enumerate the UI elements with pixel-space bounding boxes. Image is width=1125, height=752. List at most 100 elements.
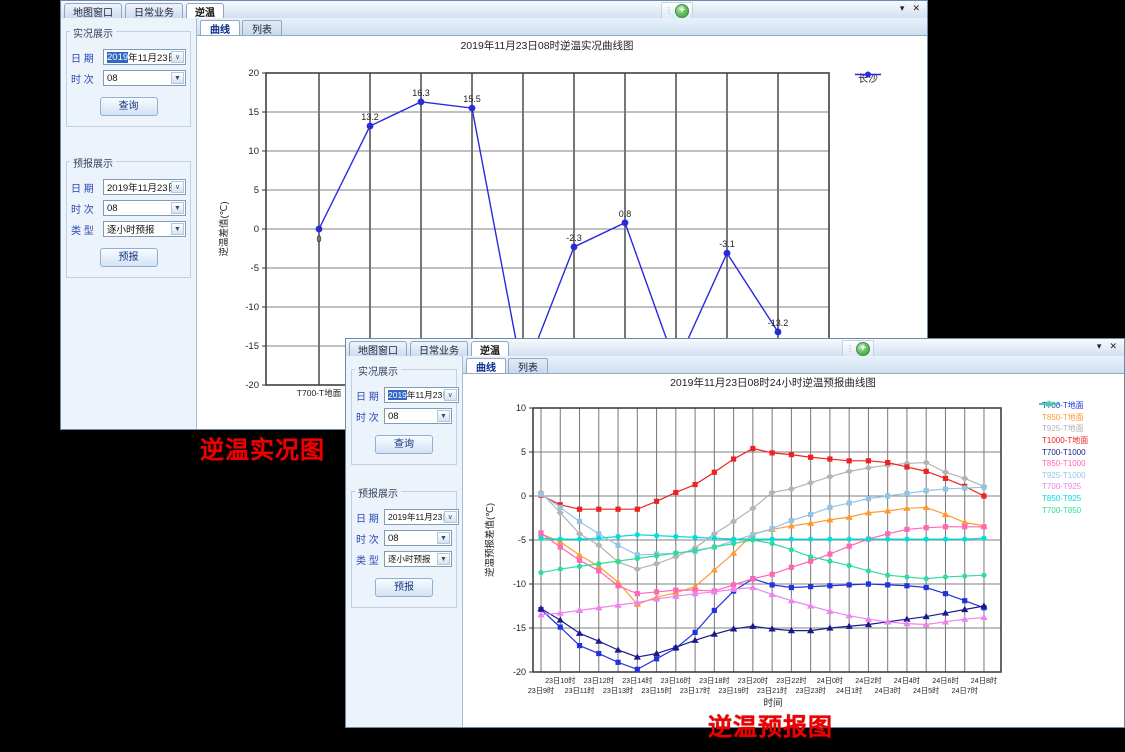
svg-text:5: 5 [521,447,526,457]
window-inversion-forecast: 地图窗口 日常业务 逆温 ⋮ + ▾ ✕ 实况展示 日 期 2019 年11月2… [345,338,1125,728]
legend-item: T850-T地面 [1039,412,1088,424]
time-dropdown-icon[interactable]: ▼ [437,532,450,544]
type-dropdown-icon[interactable]: ▼ [437,553,450,565]
forecast-date-input[interactable]: 2019年11月23日 ▲▼ ∨ [384,509,459,525]
forecast-type-select[interactable]: 逐小时预报 ▼ [103,221,186,237]
legend-item: T925-T1000 [1039,470,1088,482]
type-label: 类 型 [71,222,103,237]
live-chart-legend: 长沙 [855,70,878,84]
svg-text:13.2: 13.2 [361,112,379,122]
query-button[interactable]: 查询 [100,97,158,116]
type-dropdown-icon[interactable]: ▼ [171,223,184,235]
date-dropdown-icon[interactable]: ∨ [171,51,184,63]
forecast-time-select[interactable]: 08 ▼ [384,530,452,546]
svg-text:24日8时: 24日8时 [971,676,997,685]
svg-text:2019年11月23日08时24小时逆温预报曲线图: 2019年11月23日08时24小时逆温预报曲线图 [670,376,876,389]
tab-daily-work[interactable]: 日常业务 [125,3,183,18]
tab-inversion[interactable]: 逆温 [471,341,509,356]
forecast-type-select[interactable]: 逐小时预报 ▼ [384,551,452,567]
add-panel-button[interactable]: ⋮ + [842,340,874,357]
tab-strip: 地图窗口 日常业务 逆温 ⋮ + ▾ ✕ [346,339,1124,357]
live-date-input[interactable]: 2019 年11月23日 ▲▼ ∨ [103,49,186,65]
tab-daily-work[interactable]: 日常业务 [410,341,468,356]
svg-text:10: 10 [248,146,259,157]
tab-list[interactable]: 列表 [242,20,282,35]
type-value: 逐小时预报 [388,553,431,565]
minimize-icon[interactable]: ▾ [900,3,905,14]
tab-map-window[interactable]: 地图窗口 [64,3,122,18]
time-value: 08 [107,203,118,214]
drag-handle-icon: ⋮ [665,7,673,15]
svg-text:2019年11月23日08时逆温实况曲线图: 2019年11月23日08时逆温实况曲线图 [460,39,633,52]
legend-item: T850-T925 [1039,493,1088,505]
live-display-group: 实况展示 日 期 2019 年11月23日 ▲▼ ∨ 时 次 08 ▼ [66,31,191,127]
query-button[interactable]: 查询 [375,435,433,454]
type-value: 逐小时预报 [107,222,155,236]
svg-text:0: 0 [254,224,259,235]
svg-text:23日22时: 23日22时 [776,676,806,685]
add-panel-button[interactable]: ⋮ + [661,2,693,19]
legend-label: T700-T925 [1042,482,1081,491]
legend-item: 长沙 [855,70,878,84]
live-time-select[interactable]: 08 ▼ [384,408,452,424]
date-label: 日 期 [356,388,384,403]
window-buttons: ▾ ✕ [1097,341,1117,352]
svg-text:-5: -5 [518,535,526,545]
date-dropdown-icon[interactable]: ∨ [444,389,457,401]
tab-list[interactable]: 列表 [508,358,548,373]
svg-text:23日19时: 23日19时 [718,686,748,695]
svg-text:-5: -5 [251,263,259,274]
legend-item: T1000-T地面 [1039,435,1088,447]
svg-text:-15: -15 [245,341,259,352]
control-panel: 实况展示 日 期 2019 年11月23日 ▲▼ ∨ 时 次 08 ▼ [61,18,197,429]
date-dropdown-icon[interactable]: ∨ [444,511,457,523]
svg-text:20: 20 [248,68,259,79]
forecast-time-select[interactable]: 08 ▼ [103,200,186,216]
legend-item: T850-T1000 [1039,458,1088,470]
svg-text:23日14时: 23日14时 [622,676,652,685]
tab-strip: 地图窗口 日常业务 逆温 ⋮ + ▾ ✕ [61,1,927,19]
svg-text:23日15时: 23日15时 [641,686,671,695]
svg-text:-20: -20 [513,667,526,677]
time-label: 时 次 [71,201,103,216]
svg-text:逆温差值(℃): 逆温差值(℃) [218,202,230,257]
legend-item: T700-T925 [1039,481,1088,493]
time-label: 时 次 [356,409,384,424]
legend-label: T850-T1000 [1042,459,1086,468]
caption-forecast-chart: 逆温预报图 [708,707,833,742]
tab-map-window[interactable]: 地图窗口 [349,341,407,356]
window-buttons: ▾ ✕ [900,3,920,14]
add-icon: + [856,342,870,356]
svg-text:23日13时: 23日13时 [603,686,633,695]
forecast-button[interactable]: 预报 [375,578,433,597]
date-label: 日 期 [71,180,103,195]
forecast-button[interactable]: 预报 [100,248,158,267]
live-time-select[interactable]: 08 ▼ [103,70,186,86]
date-selected-text: 2019 [107,52,128,63]
svg-text:23日16时: 23日16时 [661,676,691,685]
time-dropdown-icon[interactable]: ▼ [437,410,450,422]
add-icon: + [675,4,689,18]
date-dropdown-icon[interactable]: ∨ [171,181,184,193]
tab-inversion[interactable]: 逆温 [186,3,224,18]
svg-text:24日1时: 24日1时 [836,686,862,695]
time-dropdown-icon[interactable]: ▼ [171,72,184,84]
live-date-input[interactable]: 2019 年11月23日 ▲▼ ∨ [384,387,459,403]
forecast-date-input[interactable]: 2019年11月23日 ▲▼ ∨ [103,179,186,195]
legend-label: T700-T1000 [1042,448,1086,457]
forecast-chart-legend: T700-T地面T850-T地面T925-T地面T1000-T地面T700-T1… [1039,400,1088,516]
minimize-icon[interactable]: ▾ [1097,341,1102,352]
svg-text:16.3: 16.3 [412,88,430,98]
close-icon[interactable]: ✕ [912,3,920,14]
svg-text:23日9时: 23日9时 [528,686,554,695]
group-title: 实况展示 [355,363,401,378]
group-title: 实况展示 [70,25,116,40]
tab-curve[interactable]: 曲线 [466,358,506,373]
forecast-display-group: 预报展示 日 期 2019年11月23日 ▲▼ ∨ 时 次 08 ▼ [66,161,191,278]
legend-label: T850-T925 [1042,494,1081,503]
tab-curve[interactable]: 曲线 [200,20,240,35]
time-dropdown-icon[interactable]: ▼ [171,202,184,214]
close-icon[interactable]: ✕ [1109,341,1117,352]
group-title: 预报展示 [355,485,401,500]
date-text: 2019年11月23日 [107,180,177,194]
